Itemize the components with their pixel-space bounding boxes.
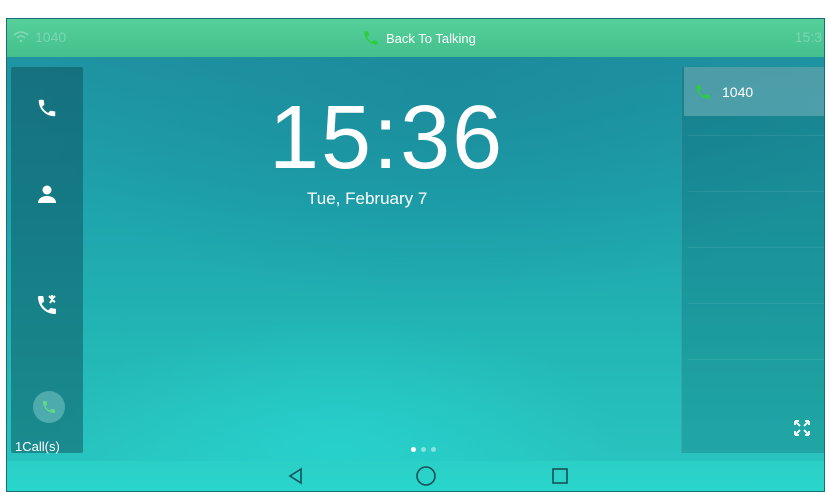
line-key-1040[interactable]: 1040 [684,67,824,116]
clock-date: Tue, February 7 [307,189,428,208]
page-dot[interactable] [431,447,436,452]
sidebar-item-phone[interactable] [11,83,83,133]
back-to-talking-label: Back To Talking [386,30,476,46]
phone-icon [364,31,378,45]
phone-icon [43,401,55,413]
status-time: 15:3 [794,29,822,45]
navigation-bar [7,461,824,491]
account-number: 1040 [35,29,67,45]
page-indicator [411,447,436,452]
phone-screen: 1040 Back To Talking 15:3 1Call(s) 15:36… [6,18,825,492]
wifi-icon [13,31,29,43]
back-button[interactable] [283,463,309,489]
line-key-empty[interactable] [688,247,824,303]
status-bar: 1040 Back To Talking 15:3 [7,19,824,57]
active-calls-button[interactable] [33,391,65,423]
sidebar-item-history[interactable] [11,280,83,330]
line-key-empty[interactable] [688,135,824,191]
expand-icon[interactable] [793,419,811,437]
phone-icon [696,84,710,99]
recent-apps-button[interactable] [547,463,573,489]
account-status: 1040 [13,29,66,45]
line-key-empty[interactable] [688,191,824,247]
phone-icon [38,99,56,117]
page-dot[interactable] [411,447,416,452]
person-icon [38,185,56,203]
line-key-label: 1040 [722,83,754,100]
call-history-icon [38,295,56,314]
clock-time: 15:36 [269,88,505,188]
line-key-empty[interactable] [688,303,824,359]
home-button[interactable] [413,463,439,489]
sidebar-item-contacts[interactable] [11,169,83,219]
calls-count-label: 1Call(s) [15,439,60,454]
back-to-talking-button[interactable]: Back To Talking [362,27,476,49]
square-icon [552,468,568,484]
home-circle-icon [416,466,436,486]
page-dot[interactable] [421,447,426,452]
left-sidebar: 1Call(s) [11,67,83,454]
line-key-panel: 1040 [681,67,824,453]
line-key-empty[interactable] [688,359,824,415]
back-triangle-icon [288,467,302,485]
